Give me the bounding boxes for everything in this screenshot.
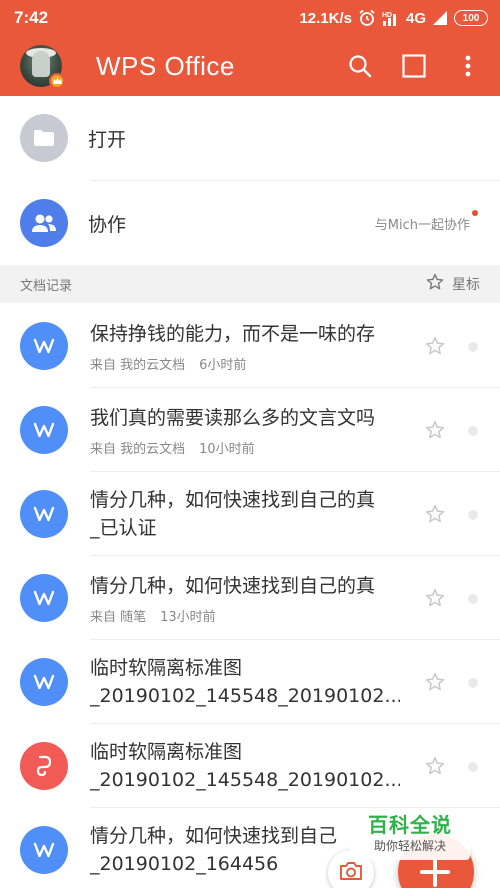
- sync-status-dot: [468, 678, 478, 688]
- record-title: 情分几种，如何快速找到自己的真: [90, 489, 376, 511]
- record-item[interactable]: 情分几种，如何快速找到自己的真 _已认证: [0, 472, 500, 556]
- record-meta: 来自 我的云文档 6小时前: [90, 354, 246, 373]
- record-title: 临时软隔离标准图: [90, 741, 243, 763]
- record-item[interactable]: 情分几种，如何快速找到自己的真 来自 随笔 13小时前: [0, 556, 500, 640]
- word-doc-icon: [20, 490, 68, 538]
- star-icon[interactable]: [425, 756, 445, 776]
- network-type: 4G: [405, 9, 426, 27]
- collaborate-note: 与Mich一起协作: [374, 217, 470, 233]
- watermark-subtitle: 助你轻松解决: [373, 839, 446, 853]
- status-bar: 7:42 12.1K/s HD 4G 100: [0, 0, 500, 36]
- record-title: 临时软隔离标准图: [90, 657, 243, 679]
- record-source: 来自 随笔: [90, 610, 147, 625]
- word-doc-icon: [20, 406, 68, 454]
- sync-status-dot: [468, 342, 478, 352]
- sync-status-dot: [468, 426, 478, 436]
- open-row[interactable]: 打开: [0, 96, 500, 180]
- collaborate-label: 协作: [88, 213, 127, 236]
- record-time: 13小时前: [160, 610, 216, 625]
- open-label: 打开: [88, 128, 127, 151]
- star-icon[interactable]: [425, 504, 445, 524]
- record-title: 情分几种，如何快速找到自己: [90, 825, 338, 847]
- net-speed: 12.1K/s: [299, 9, 352, 27]
- record-meta: 来自 随笔 13小时前: [90, 606, 216, 625]
- record-time: 10小时前: [199, 442, 255, 457]
- record-meta: 来自 我的云文档 10小时前: [90, 438, 255, 457]
- hd-signal-icon: HD: [382, 10, 400, 26]
- record-item[interactable]: 我们真的需要读那么多的文言文吗 来自 我的云文档 10小时前: [0, 388, 500, 472]
- record-item[interactable]: 临时软隔离标准图 _20190102_145548_20190102...: [0, 640, 500, 724]
- status-time: 7:42: [14, 8, 49, 27]
- word-doc-icon: [20, 574, 68, 622]
- sync-status-dot: [468, 762, 478, 772]
- multiwindow-icon[interactable]: [400, 52, 428, 80]
- signal-icon: [432, 10, 448, 26]
- app-actions: [346, 52, 482, 80]
- app-bar: WPS Office: [0, 36, 500, 96]
- record-item[interactable]: 保持挣钱的能力，而不是一味的存 来自 我的云文档 6小时前: [0, 304, 500, 388]
- word-doc-icon: [20, 658, 68, 706]
- people-icon: [20, 199, 68, 247]
- starred-label: 星标: [452, 277, 480, 293]
- app-title: WPS Office: [96, 50, 235, 81]
- record-title: 保持挣钱的能力，而不是一味的存: [90, 323, 376, 345]
- svg-text:HD: HD: [382, 12, 392, 19]
- pdf-doc-icon: [20, 742, 68, 790]
- avatar-figure-shape: [32, 51, 50, 77]
- records-header: 文档记录 星标: [0, 265, 500, 303]
- wps-office-screen: 7:42 12.1K/s HD 4G 100 WPS Office 打开 协作 …: [0, 0, 500, 888]
- sync-status-dot: [468, 594, 478, 604]
- star-icon: [426, 273, 444, 295]
- watermark-title: 百科全说: [368, 813, 452, 837]
- starred-filter[interactable]: 星标: [426, 273, 480, 295]
- battery-indicator: 100: [454, 10, 488, 26]
- record-title: 我们真的需要读那么多的文言文吗: [90, 407, 376, 429]
- folder-icon: [20, 114, 68, 162]
- record-item[interactable]: 临时软隔离标准图 _20190102_145548_20190102...: [0, 724, 500, 808]
- star-icon[interactable]: [425, 336, 445, 356]
- status-indicators: 12.1K/s HD 4G 100: [299, 9, 488, 27]
- record-title-line2: _20190102_164456: [90, 853, 279, 875]
- star-icon[interactable]: [425, 420, 445, 440]
- record-time: 6小时前: [199, 358, 247, 373]
- record-title-line2: _已认证: [90, 517, 157, 539]
- record-title: 情分几种，如何快速找到自己的真: [90, 575, 376, 597]
- avatar[interactable]: [20, 45, 65, 89]
- crown-icon: [49, 73, 65, 89]
- watermark-logo: 百科全说 助你轻松解决: [350, 812, 470, 860]
- more-vert-icon[interactable]: [454, 52, 482, 80]
- search-icon[interactable]: [346, 52, 374, 80]
- camera-icon: [339, 861, 363, 885]
- sync-status-dot: [468, 510, 478, 520]
- record-source: 来自 我的云文档: [90, 442, 186, 457]
- record-title-line2: _20190102_145548_20190102...: [90, 685, 400, 707]
- star-icon[interactable]: [425, 588, 445, 608]
- alarm-icon: [358, 9, 376, 27]
- star-icon[interactable]: [425, 672, 445, 692]
- record-source: 来自 我的云文档: [90, 358, 186, 373]
- plus-icon-vertical: [433, 857, 437, 887]
- word-doc-icon: [20, 826, 68, 874]
- word-doc-icon: [20, 322, 68, 370]
- record-title-line2: _20190102_145548_20190102...: [90, 769, 400, 791]
- notification-dot: [472, 210, 478, 216]
- records-title: 文档记录: [20, 278, 73, 294]
- collaborate-row[interactable]: 协作 与Mich一起协作: [0, 181, 500, 265]
